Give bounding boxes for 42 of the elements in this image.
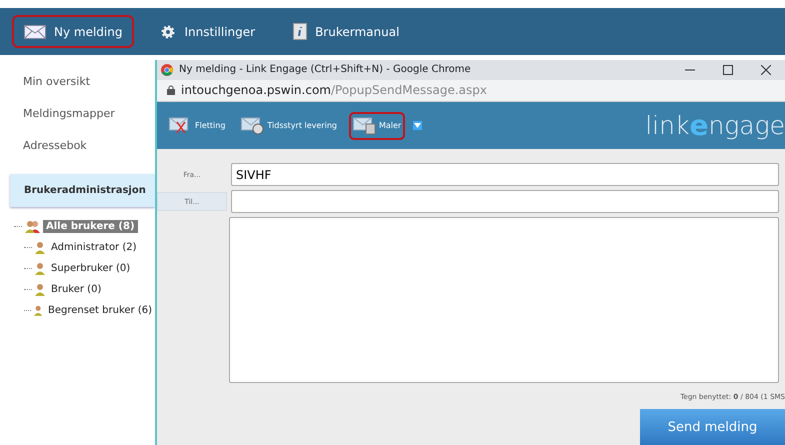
envelope-icon xyxy=(24,24,46,38)
nav-button[interactable]: Innstillinger xyxy=(148,15,268,48)
close-icon xyxy=(761,64,771,75)
tree-connector xyxy=(24,288,32,290)
tree-item[interactable]: Administrator (2) xyxy=(48,240,140,254)
tree-item[interactable]: Begrenset bruker (6) xyxy=(44,304,155,316)
tree-item[interactable]: Alle brukere (8) xyxy=(43,220,138,232)
tree-connector xyxy=(14,225,22,227)
tree-item[interactable]: Superbruker (0) xyxy=(48,262,134,274)
tree-connector xyxy=(24,309,31,311)
input-field[interactable] xyxy=(231,190,779,214)
envelope-document-icon xyxy=(352,116,377,135)
envelope-clock-icon xyxy=(241,116,266,135)
tree-connector xyxy=(24,246,32,248)
tree-connector xyxy=(24,267,32,269)
user-icon xyxy=(34,304,42,316)
nav-button[interactable]: Ny melding xyxy=(12,15,134,48)
gear-icon xyxy=(160,24,176,40)
sidebar-item[interactable]: Adressebok xyxy=(10,129,155,161)
maximize-icon xyxy=(723,64,733,75)
toolbar-button[interactable]: Fletting xyxy=(165,112,230,140)
sidebar-item[interactable]: Min oversikt xyxy=(10,65,155,97)
url-text: intouchgenoa.pswin.com/PopupSendMessage.aspx xyxy=(181,83,487,98)
browser-logo-icon xyxy=(161,64,173,76)
message-field[interactable] xyxy=(229,217,779,384)
tree-item[interactable]: Bruker (0) xyxy=(48,282,104,296)
window-title: Ny melding - Link Engage (Ctrl+Shift+N) - Google Chrome xyxy=(179,64,471,76)
sidebar-item[interactable]: Meldingsmapper xyxy=(10,97,155,129)
input-field[interactable]: SIVHF xyxy=(231,163,779,186)
dropdown-arrow-icon[interactable] xyxy=(413,121,422,130)
toolbar-button[interactable]: Tidsstyrt levering xyxy=(237,112,341,140)
user-icon xyxy=(35,262,45,274)
address-bar[interactable]: intouchgenoa.pswin.com/PopupSendMessage.aspx xyxy=(157,80,785,102)
lock-icon xyxy=(167,85,175,96)
sidebar-item[interactable]: Brukeradministrasjon xyxy=(10,174,155,207)
info-icon xyxy=(293,23,308,40)
nav-button[interactable]: Brukermanual xyxy=(281,15,412,48)
user-icon xyxy=(35,240,45,254)
toolbar-button[interactable]: Maler xyxy=(348,112,406,140)
users-icon xyxy=(25,220,40,232)
logo: linkengage xyxy=(645,109,785,142)
user-icon xyxy=(35,282,45,296)
